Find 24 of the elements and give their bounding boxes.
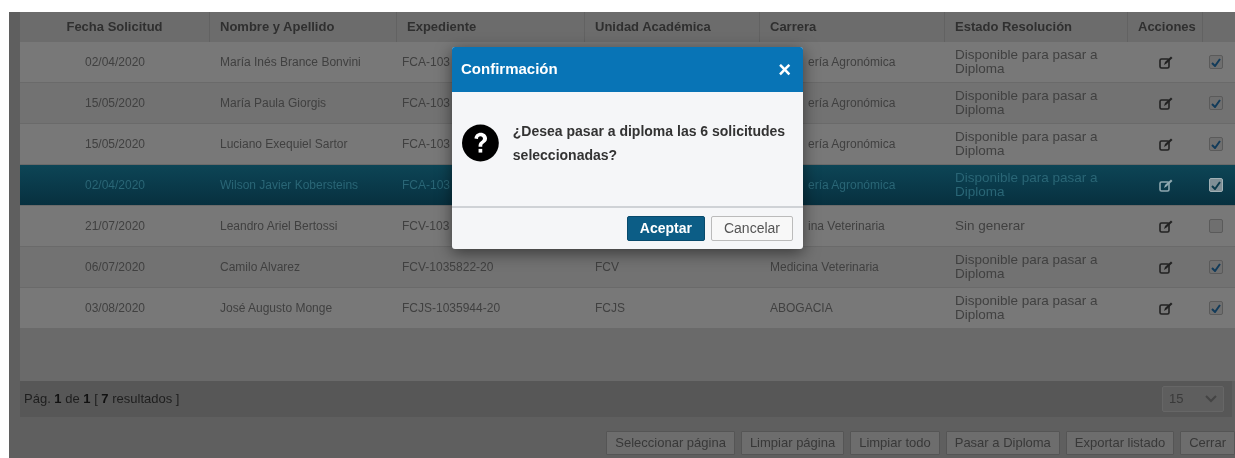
table-cell-text: Disponible para pasar a Diploma [954,48,1099,76]
table-cell-text: ina Veterinaria [808,218,885,235]
table-cell-text: FCA-103 [402,136,451,153]
table-cell-text: 03/08/2020 [83,300,147,317]
dialog-message: ¿Desea pasar a diploma las 6 solicitudes seleccionadas? [512,122,787,165]
table-cell-text: 02/04/2020 [83,54,147,71]
table-cell-text: 21/07/2020 [83,218,147,235]
table-cell-text: Disponible para pasar a Diploma [954,130,1099,158]
table-cell-text: FCJS-1035944-20 [402,300,501,317]
table-cell-text: FCV-103 [402,218,450,235]
table-cell-text: Sin generar [954,219,1026,233]
table-cell-text: 15/05/2020 [83,136,147,153]
table-cell-text: FCJS [594,300,626,317]
pagination-info: Pág. 1 de 1 [ 7 resultados ] [24,390,180,409]
dialog-title: Confirmación [461,59,558,80]
table-cell-text: María Inés Brance Bonvini [219,54,362,71]
table-cell-text: ería Agronómica [808,136,896,153]
table-cell-text: ABOGACIA [769,300,834,317]
table-cell-text: José Augusto Monge [219,300,334,317]
table-cell-text: ería Agronómica [808,54,896,71]
table-cell-text: Disponible para pasar a Diploma [954,294,1099,322]
table-cell-text: Leandro Ariel Bertossi [219,218,339,235]
table-cell-text: FCA-103 [402,54,451,71]
table-cell-text: Luciano Exequiel Sartor [219,136,349,153]
